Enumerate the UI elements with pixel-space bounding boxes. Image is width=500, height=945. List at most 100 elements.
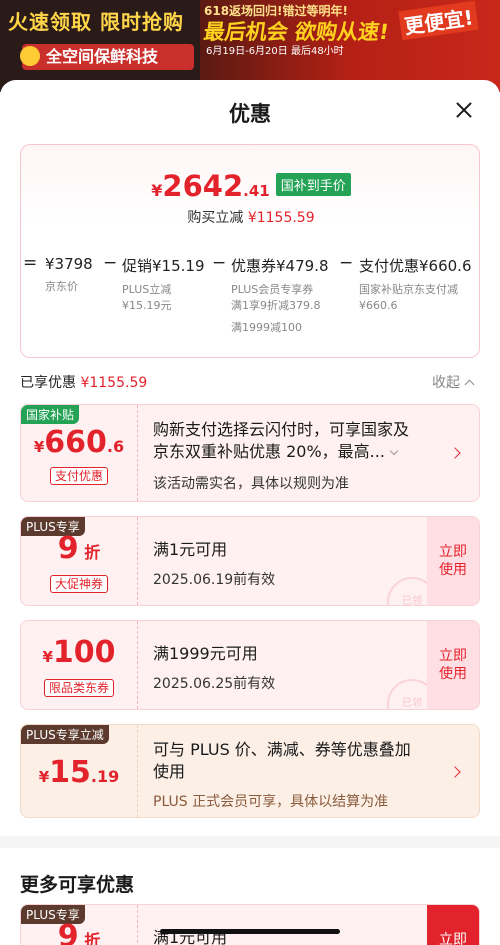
coupon-amount-integer: 660	[44, 425, 107, 460]
coupon-type-text: 支付优惠	[49, 467, 108, 485]
coupon-subtitle: 2025.06.25前有效	[153, 676, 276, 692]
coupon-amount: ¥100	[21, 635, 137, 670]
coupon-title-line2: 京东双重补贴优惠 20%，最高...	[153, 442, 385, 461]
banner-left-headline: 火速领取 限时抢购	[8, 10, 184, 34]
coupon-title: 满1999元可用	[153, 644, 258, 663]
coupon-value-area: ¥660.6 支付优惠	[21, 405, 137, 501]
final-price-decimal: .41	[243, 182, 270, 200]
coupon-currency: ¥	[42, 648, 53, 666]
coupon-type-text: 限品类东券	[43, 679, 114, 697]
coupon-card-category: ¥100 限品类东券 满1999元可用 2025.06.25前有效 已领 立即 …	[20, 620, 480, 710]
coupon-detail-line2: 满1享9折减379.8	[231, 299, 321, 312]
home-indicator[interactable]	[160, 929, 340, 934]
minus-sign: −	[212, 253, 227, 273]
coupon-detail: PLUS会员专享券 满1享9折减379.8 满1999减100	[231, 282, 329, 336]
promo-detail-line1: PLUS立减	[122, 283, 172, 296]
sheet-title: 优惠	[229, 102, 271, 126]
payment-detail-line2: ¥660.6	[359, 299, 398, 312]
coupon-subtitle: PLUS 正式会员可享，具体以结算为准	[153, 794, 389, 810]
coupon-title: 满1元可用	[153, 540, 228, 559]
coupon-value: 优惠券¥479.8	[231, 257, 329, 275]
more-discounts-title: 更多可享优惠	[20, 874, 135, 896]
minus-sign: −	[339, 253, 354, 273]
enjoyed-label: 已享优惠	[20, 375, 76, 391]
payment-detail-line1: 国家补贴京东支付减	[359, 283, 458, 296]
promo-detail: PLUS立减 ¥15.19元	[122, 282, 205, 314]
coupon-title-line2: 使用	[153, 762, 186, 781]
discount-sheet: 优惠 ¥2642.41 国补到手价 购买立减 ¥1155.59 = ¥3798 京…	[0, 80, 500, 945]
coupon-subtitle: 该活动需实名，具体以规则为准	[153, 476, 349, 492]
payment-value: 支付优惠¥660.6	[359, 257, 472, 275]
jd-price-value: ¥3798	[45, 255, 93, 273]
coupon-amount: ¥15.19	[21, 755, 137, 790]
coupon-amount: 9 折	[21, 531, 137, 566]
final-price-amount: ¥2642.41	[151, 169, 269, 203]
coupon-amount-integer: 9	[57, 531, 79, 566]
collapse-label: 收起	[432, 375, 460, 391]
coupon-amount-decimal: .19	[90, 767, 120, 786]
coupon-amount-integer: 100	[52, 635, 116, 670]
coupon-title: 购新支付选择云闪付时，可享国家及 京东双重补贴优惠 20%，最高...	[153, 419, 409, 463]
saving-label: 购买立减	[187, 210, 244, 226]
coupon-divider	[137, 905, 138, 945]
use-now-button[interactable]: 立即 使用	[427, 621, 479, 709]
coupon-divider	[137, 405, 138, 501]
use-now-button[interactable]: 立即	[427, 905, 479, 945]
coupon-value-area: ¥100 限品类东券	[21, 621, 137, 709]
coupon-title: 可与 PLUS 价、满减、券等优惠叠加 使用	[153, 739, 411, 783]
chevron-up-icon	[464, 379, 475, 390]
instant-saving: 购买立减 ¥1155.59	[21, 207, 481, 227]
price-breakdown: = ¥3798 京东价 − 促销¥15.19 PLUS立减 ¥15.19元 − 优…	[1, 253, 500, 355]
final-price: ¥2642.41 国补到手价	[21, 169, 481, 203]
coupon-type-label: 支付优惠	[21, 465, 137, 485]
coupon-amount-integer: 9	[57, 919, 79, 945]
banner-left-panel: 火速领取 限时抢购 全空间保鲜科技	[0, 0, 200, 92]
chevron-right-icon[interactable]	[449, 447, 461, 459]
section-separator	[0, 836, 500, 848]
chevron-right-icon[interactable]	[449, 766, 461, 778]
coupon-type-label: 大促神券	[21, 573, 137, 593]
coupon-amount-unit: 折	[84, 931, 101, 945]
banner-left-brand: 全空间保鲜科技	[22, 44, 194, 70]
banner-mid-panel: 618返场回归!错过等明年! 最后机会 欲购从速! 6月19日-6月20日 最后…	[200, 0, 400, 92]
coupon-divider	[137, 517, 138, 605]
coupon-card-plus-discount: PLUS专享 9 折 大促神券 满1元可用 2025.06.19前有效 已领 立…	[20, 516, 480, 606]
coupon-currency: ¥	[33, 438, 45, 456]
chevron-down-icon[interactable]	[389, 446, 399, 456]
collapse-button[interactable]: 收起	[432, 372, 475, 392]
coupon-amount-integer: 15	[49, 755, 91, 790]
breakdown-payment: 支付优惠¥660.6 国家补贴京东支付减 ¥660.6	[359, 255, 472, 314]
jd-price-label: 京东价	[45, 280, 78, 293]
brand-logo-icon	[20, 46, 40, 66]
coupon-amount-unit: 折	[84, 543, 101, 562]
coupon-card-plus-instant[interactable]: PLUS专享立减 ¥15.19 可与 PLUS 价、满减、券等优惠叠加 使用 P…	[20, 724, 480, 818]
saving-value: ¥1155.59	[247, 210, 315, 226]
payment-detail: 国家补贴京东支付减 ¥660.6	[359, 282, 472, 314]
promo-detail-line2: ¥15.19元	[122, 299, 172, 312]
breakdown-promo: 促销¥15.19 PLUS立减 ¥15.19元	[122, 255, 205, 314]
breakdown-coupon: 优惠券¥479.8 PLUS会员专享券 满1享9折减379.8 满1999减100	[231, 255, 329, 336]
use-now-button[interactable]: 立即 使用	[427, 517, 479, 605]
coupon-title-line2-row: 京东双重补贴优惠 20%，最高...	[153, 441, 409, 463]
coupon-subtitle: 2025.06.19前有效	[153, 572, 276, 588]
coupon-value-area: ¥15.19	[21, 725, 137, 817]
subsidy-price-badge: 国补到手价	[275, 172, 351, 196]
coupon-card-more-preview: PLUS专享 9 折 满1元可用 立即	[20, 904, 480, 945]
coupon-card-national-subsidy[interactable]: 国家补贴 ¥660.6 支付优惠 购新支付选择云闪付时，可享国家及 京东双重补贴…	[20, 404, 480, 502]
breakdown-jd-price: ¥3798 京东价	[45, 255, 93, 295]
banner-right-slogan: 更便宜!	[398, 0, 479, 41]
final-price-integer: 2642	[162, 169, 244, 203]
promo-banner: 火速领取 限时抢购 全空间保鲜科技 618返场回归!错过等明年! 最后机会 欲购…	[0, 0, 500, 92]
minus-sign: −	[103, 253, 118, 273]
close-icon[interactable]	[450, 96, 478, 124]
coupon-type-text: 大促神券	[49, 575, 108, 593]
coupon-amount: 9 折	[21, 919, 137, 945]
coupon-type-label: 限品类东券	[21, 677, 137, 697]
banner-right-panel: 更便宜!	[398, 0, 500, 92]
promo-value: 促销¥15.19	[122, 257, 205, 275]
equals-sign: =	[23, 253, 38, 273]
coupon-title-line1: 可与 PLUS 价、满减、券等优惠叠加	[153, 740, 411, 759]
coupon-divider	[137, 725, 138, 817]
coupon-currency: ¥	[38, 768, 50, 786]
coupon-value-area: 9 折 大促神券	[21, 517, 137, 605]
